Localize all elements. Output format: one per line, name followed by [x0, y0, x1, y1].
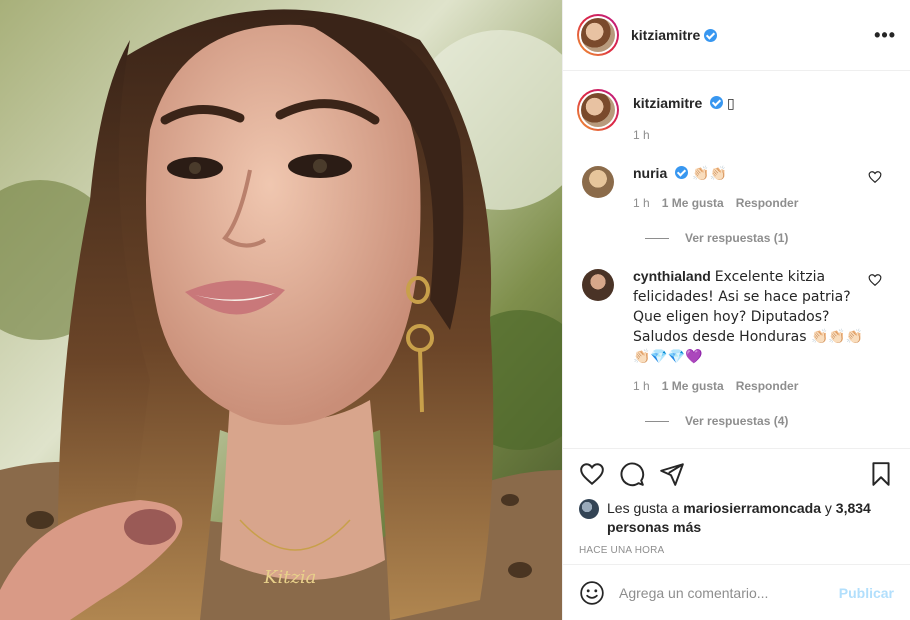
post-time[interactable]: HACE UNA HORA — [579, 545, 894, 556]
comment-text: 👏🏻👏🏻 — [692, 166, 727, 182]
view-replies-label: Ver respuestas (1) — [685, 231, 789, 245]
comment-likes[interactable]: 1 Me gusta — [662, 194, 724, 213]
comment-likes[interactable]: 1 Me gusta — [662, 377, 724, 396]
publish-button[interactable]: Publicar — [839, 585, 894, 601]
avatar[interactable] — [582, 166, 614, 198]
list-item: nuria 👏🏻👏🏻 1 h 1 Me gusta Responder — [577, 164, 896, 213]
likes-summary: Les gusta a mariosierramoncada y 3,834 p… — [579, 499, 894, 537]
comment-username[interactable]: nuria — [633, 165, 667, 181]
list-item: cynthialand Excelente kitzia felicidades… — [577, 267, 896, 396]
view-replies-button[interactable]: Ver respuestas (4) — [645, 414, 896, 428]
avatar[interactable] — [582, 269, 614, 301]
photo-illustration: Kitzia — [0, 0, 562, 620]
profile-photo — [581, 18, 615, 52]
caption-text: ▯ — [727, 96, 735, 112]
view-replies-label: Ver respuestas (4) — [685, 414, 789, 428]
avatar[interactable] — [577, 14, 619, 56]
header-username[interactable]: kitziamitre — [631, 27, 700, 43]
verified-badge-icon — [710, 96, 724, 109]
heart-icon[interactable] — [868, 170, 882, 184]
share-send-icon[interactable] — [659, 461, 685, 487]
add-comment-bar: Agrega un comentario... Publicar — [563, 564, 910, 620]
post-side-panel: kitziamitre ••• kitziamitre ▯ 1 h nuria … — [562, 0, 910, 620]
necklace-text: Kitzia — [263, 567, 316, 588]
comment-bubble-icon[interactable] — [619, 461, 645, 487]
more-options-icon[interactable]: ••• — [874, 25, 896, 46]
reply-button[interactable]: Responder — [736, 194, 799, 213]
verified-badge-icon — [704, 28, 718, 42]
avatar[interactable] — [577, 89, 619, 131]
comment-time[interactable]: 1 h — [633, 194, 650, 213]
emoji-smiley-icon[interactable] — [579, 580, 605, 606]
likes-joiner: y — [824, 500, 832, 516]
caption-username[interactable]: kitziamitre — [633, 95, 702, 111]
divider — [645, 237, 669, 239]
comment-input[interactable]: Agrega un comentario... — [619, 585, 768, 601]
caption-time[interactable]: 1 h — [633, 128, 735, 142]
comment-time[interactable]: 1 h — [633, 377, 650, 396]
comment-username[interactable]: cynthialand — [633, 268, 711, 284]
heart-icon[interactable] — [868, 273, 882, 287]
like-heart-icon[interactable] — [579, 461, 605, 487]
divider — [645, 420, 669, 422]
post-actions: Les gusta a mariosierramoncada y 3,834 p… — [563, 448, 910, 564]
post-photo[interactable]: Kitzia — [0, 0, 562, 620]
instagram-post: Kitzia kitziamitre ••• kitziamitre ▯ 1 h… — [0, 0, 910, 620]
verified-badge-icon — [675, 166, 689, 179]
profile-photo — [581, 93, 615, 127]
reply-button[interactable]: Responder — [736, 377, 799, 396]
likes-user[interactable]: mariosierramoncada — [683, 500, 821, 516]
bookmark-icon[interactable] — [868, 461, 894, 487]
comments-section[interactable]: kitziamitre ▯ 1 h nuria 👏🏻👏🏻 1 h 1 Me gu… — [563, 71, 910, 448]
post-header: kitziamitre ••• — [563, 0, 910, 71]
likes-prefix: Les gusta a — [607, 500, 680, 516]
avatar[interactable] — [579, 499, 599, 519]
post-caption: kitziamitre ▯ 1 h — [577, 89, 896, 142]
view-replies-button[interactable]: Ver respuestas (1) — [645, 231, 896, 245]
